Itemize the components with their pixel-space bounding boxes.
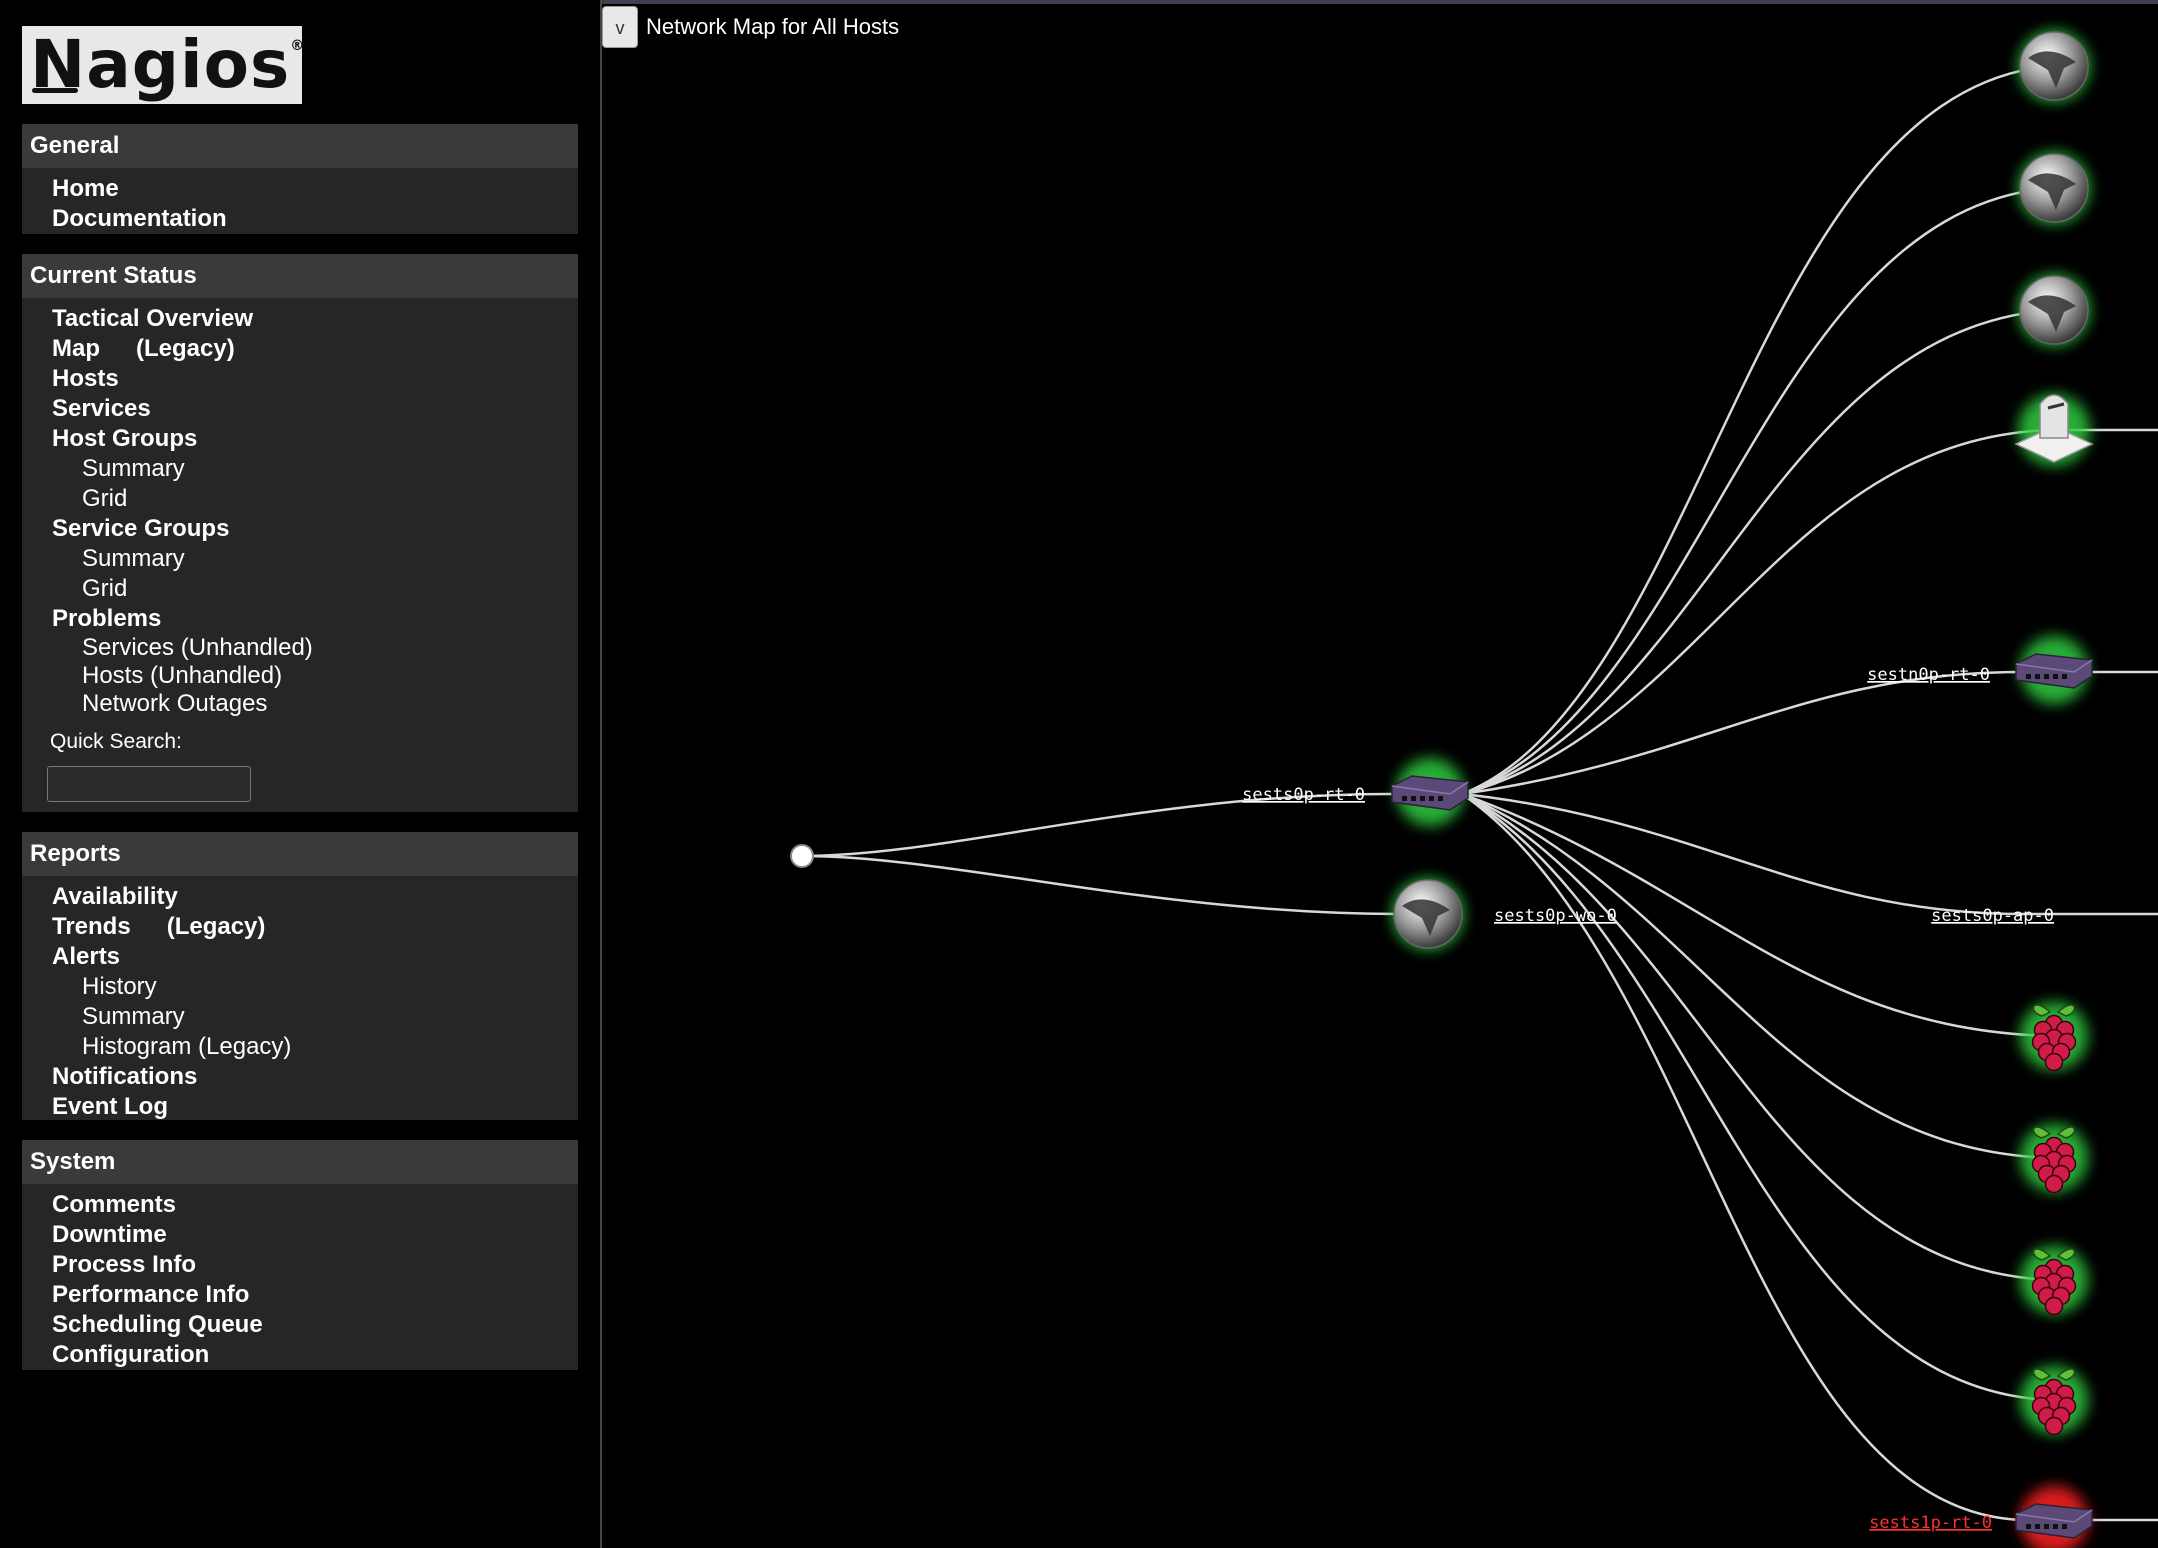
nav-hosts[interactable]: Hosts — [22, 364, 578, 394]
nav-notifications[interactable]: Notifications — [22, 1062, 578, 1092]
nav-configuration[interactable]: Configuration — [22, 1340, 578, 1370]
nagios-logo[interactable]: Nagios® — [22, 26, 306, 104]
reports-heading: Reports — [22, 832, 578, 876]
label-sests0p-ap-0[interactable]: sests0p-ap-0 — [1931, 906, 2054, 926]
label-sestn0p-rt-0[interactable]: sestn0p-rt-0 — [1867, 665, 1990, 685]
router-sests1p-rt-0-icon[interactable] — [2015, 1486, 2093, 1548]
nav-host-groups-grid[interactable]: Grid — [22, 484, 578, 514]
general-panel: General Home Documentation — [22, 124, 578, 234]
nav-service-groups-grid[interactable]: Grid — [22, 574, 578, 604]
reports-panel: Reports Availability Trends (Legacy) Aler… — [22, 832, 578, 1120]
router-sestn0p-rt-0-icon[interactable] — [2015, 636, 2093, 704]
link-to-globe-2 — [1461, 186, 2053, 796]
nav-map-row: Map (Legacy) — [22, 334, 578, 364]
nav-host-groups-summary[interactable]: Summary — [22, 454, 578, 484]
nav-tactical-overview[interactable]: Tactical Overview — [22, 304, 578, 334]
logo-underline — [32, 88, 78, 93]
nav-problems-services[interactable]: Services (Unhandled) — [22, 634, 578, 662]
nav-map[interactable]: Map — [52, 335, 100, 362]
root-node[interactable] — [790, 844, 814, 868]
current-status-panel: Current Status Tactical Overview Map (Leg… — [22, 254, 578, 812]
system-heading: System — [22, 1140, 578, 1184]
nav-map-legacy[interactable]: (Legacy) — [136, 335, 235, 362]
current-status-heading: Current Status — [22, 254, 578, 298]
nav-home[interactable]: Home — [22, 174, 578, 204]
nav-problems[interactable]: Problems — [22, 604, 578, 634]
nav-performance-info[interactable]: Performance Info — [22, 1280, 578, 1310]
nav-services[interactable]: Services — [22, 394, 578, 424]
nav-service-groups-summary[interactable]: Summary — [22, 544, 578, 574]
nav-alerts-histogram[interactable]: Histogram (Legacy) — [22, 1032, 578, 1062]
nav-process-info[interactable]: Process Info — [22, 1250, 578, 1280]
nav-service-groups[interactable]: Service Groups — [22, 514, 578, 544]
quick-search-label: Quick Search: — [50, 730, 182, 753]
link-to-globe-3 — [1461, 308, 2053, 796]
nav-downtime[interactable]: Downtime — [22, 1220, 578, 1250]
map-links — [801, 64, 2158, 1522]
nav-alerts[interactable]: Alerts — [22, 942, 578, 972]
sidebar: Nagios® General Home Documentation Curre… — [0, 0, 600, 1548]
map-toggle-button[interactable]: v — [602, 6, 638, 48]
nav-trends-row: Trends (Legacy) — [22, 912, 578, 942]
nav-alerts-history[interactable]: History — [22, 972, 578, 1002]
map-title: Network Map for All Hosts — [646, 14, 900, 39]
nav-problems-hosts[interactable]: Hosts (Unhandled) — [22, 662, 578, 690]
link-to-pc — [1461, 428, 2158, 796]
workstation-icon[interactable] — [2014, 394, 2094, 466]
quick-search-input[interactable] — [47, 766, 251, 802]
label-sests1p-rt-0[interactable]: sests1p-rt-0 — [1869, 1513, 1992, 1533]
raspberry-pi-2-icon[interactable] — [2020, 1124, 2088, 1194]
globe-sests0p-wo-0-icon[interactable] — [1392, 878, 1464, 950]
nav-alerts-summary[interactable]: Summary — [22, 1002, 578, 1032]
nav-availability[interactable]: Availability — [22, 882, 578, 912]
globe-node-1-icon[interactable] — [2018, 30, 2090, 102]
link-root-world — [801, 854, 1403, 916]
nav-host-groups[interactable]: Host Groups — [22, 424, 578, 454]
nav-documentation[interactable]: Documentation — [22, 204, 578, 234]
link-to-pi-4 — [1461, 792, 2053, 1402]
raspberry-pi-3-icon[interactable] — [2020, 1246, 2088, 1316]
nav-network-outages[interactable]: Network Outages — [22, 690, 578, 718]
nav-scheduling-queue[interactable]: Scheduling Queue — [22, 1310, 578, 1340]
link-to-pi-2 — [1461, 792, 2053, 1160]
nav-trends[interactable]: Trends — [52, 913, 131, 940]
raspberry-pi-1-icon[interactable] — [2020, 1002, 2088, 1072]
router-sests0p-rt-0-icon[interactable] — [1391, 758, 1469, 826]
logo-reg-mark: ® — [290, 38, 306, 54]
general-heading: General — [22, 124, 578, 168]
network-map[interactable]: sests0p-rt-0 sests0p-wo-0 sestn0p-rt-0 s… — [602, 0, 2158, 1548]
globe-node-3-icon[interactable] — [2018, 274, 2090, 346]
system-panel: System Comments Downtime Process Info Pe… — [22, 1140, 578, 1370]
globe-node-2-icon[interactable] — [2018, 152, 2090, 224]
label-sests0p-wo-0[interactable]: sests0p-wo-0 — [1494, 906, 1617, 926]
nav-trends-legacy[interactable]: (Legacy) — [167, 913, 266, 940]
nav-comments[interactable]: Comments — [22, 1190, 578, 1220]
label-sests0p-rt-0[interactable]: sests0p-rt-0 — [1242, 785, 1365, 805]
nav-event-log[interactable]: Event Log — [22, 1092, 578, 1122]
raspberry-pi-4-icon[interactable] — [2020, 1366, 2088, 1436]
